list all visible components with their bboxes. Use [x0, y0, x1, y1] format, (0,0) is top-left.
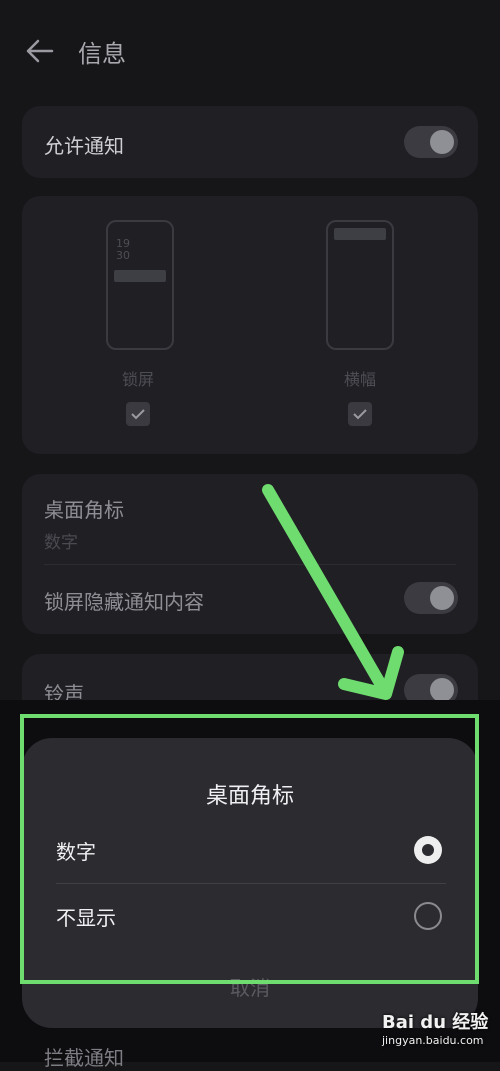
- watermark-url: jingyan.baidu.com: [382, 1034, 484, 1047]
- watermark-brand: Bai du 经验: [382, 1012, 489, 1033]
- watermark: Bai du 经验 jingyan.baidu.com: [382, 1008, 494, 1054]
- annotation-arrow-icon: [262, 484, 404, 700]
